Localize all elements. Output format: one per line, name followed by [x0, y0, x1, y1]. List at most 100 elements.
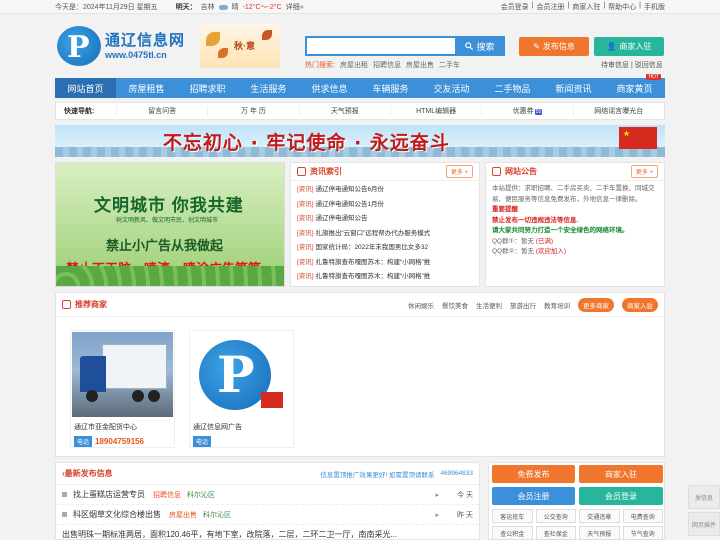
news-item[interactable]: [资讯] 扎鲁特旗查布嘎图苏木：构建“小网格”推 [297, 270, 473, 285]
qq-label: QQ群①：暂无 [492, 237, 534, 245]
merchant-cat[interactable]: 生活便利 [476, 300, 502, 310]
merchant-cat[interactable]: 餐饮美食 [442, 300, 468, 310]
nav-vehicles[interactable]: 车辆服务 [360, 78, 421, 98]
quick-link[interactable]: 万 年 历 [207, 106, 298, 116]
news-item[interactable]: [资讯] 国家统计局：2022年末我国男比女多32 [297, 241, 473, 256]
nav-life-services[interactable]: 生活服务 [238, 78, 299, 98]
more-merchants-button[interactable]: 更多商家 [578, 297, 614, 312]
service-link[interactable]: 查社保金 [535, 526, 576, 540]
review-links: 待审信息 | 驳回信息 [601, 60, 663, 70]
user-icon: 👤 [606, 42, 617, 51]
weather-detail-link[interactable]: 详细» [286, 2, 304, 12]
civilization-poster[interactable]: 文明城市 你我共建 树文明新风、做文明市民、创文明城市 禁止小广告从我做起 禁止… [55, 162, 285, 287]
service-link[interactable]: 客运班车 [492, 509, 533, 523]
news-item[interactable]: [资讯] 扎鲁特旗查布嘎图苏木：构建“小网格”推 [297, 256, 473, 271]
nav-secondhand[interactable]: 二手物品 [482, 78, 543, 98]
member-login-link[interactable]: 会员登录 [501, 2, 529, 12]
hot-link[interactable]: 二手车 [439, 60, 460, 70]
news-item[interactable]: [资讯] 扎旗推出“云窗口”远程帮办代办服务模式 [297, 227, 473, 242]
truck-cargo [102, 344, 167, 389]
news-item[interactable]: [资讯] 通辽停电通知公告6月份 [297, 183, 473, 198]
quick-link-coupon[interactable]: 优惠券 55 [481, 106, 572, 116]
contact-qq[interactable]: 469964833 [440, 470, 473, 477]
news-item[interactable]: [资讯] 通辽停电通知公告 [297, 212, 473, 227]
notice-more-button[interactable]: 更多 + [630, 165, 658, 178]
merchant-phone: 电话 [193, 436, 214, 447]
news-text: 通辽停电通知公告1月份 [315, 200, 385, 208]
merchant-join-button[interactable]: 👤 商家入驻 [594, 37, 664, 56]
flag-icon [619, 127, 657, 149]
news-text: 通辽停电通知公告 [315, 215, 368, 222]
nav-home[interactable]: 网站首页 [55, 78, 116, 98]
publish-info-button[interactable]: ✎ 发布信息 [519, 37, 589, 56]
hot-link[interactable]: 房屋出售 [406, 60, 434, 70]
leaf-icon [218, 48, 228, 58]
news-item[interactable]: [资讯] 通辽停电通知公告1月份 [297, 198, 473, 213]
post-row[interactable]: 科区烟草文化综合楼出售 房屋出售 科尔沁区 ▸ 昨 天 [56, 505, 479, 525]
search-input[interactable] [305, 36, 455, 56]
service-link[interactable]: 交通违章 [579, 509, 620, 523]
separator: | [603, 2, 606, 9]
recommended-merchants: 推荐商家 休闲娱乐 餐饮美食 生活便利 旅游出行 教育培训 更多商家 商家入驻 … [55, 292, 665, 457]
member-register-link[interactable]: 会员注册 [537, 2, 565, 12]
service-link[interactable]: 查公积金 [492, 526, 533, 540]
hot-link[interactable]: 房屋出租 [340, 60, 368, 70]
quick-link[interactable]: 天气预报 [298, 106, 390, 116]
post-category: 房屋出售 [169, 511, 197, 519]
join-label: 商家入驻 [619, 42, 652, 51]
arrow-icon: ▸ [435, 511, 440, 519]
hot-link[interactable]: 招聘信息 [373, 60, 401, 70]
service-link[interactable]: 电费查询 [622, 509, 663, 523]
merchant-join-link[interactable]: 商家入驻 [572, 2, 600, 12]
rejected-link[interactable]: 驳回信息 [635, 62, 663, 69]
site-logo[interactable]: P 通辽信息网 www.0475tl.cn [57, 22, 192, 72]
post-row[interactable]: 找上蛋糕店运营专员 招聘信息 科尔沁区 ▸ 今 天 [56, 485, 479, 505]
nav-jobs[interactable]: 招聘求职 [177, 78, 238, 98]
mobile-link[interactable]: 手机版 [644, 2, 665, 12]
login-button[interactable]: 会员登录 [579, 487, 663, 505]
search-button[interactable]: 搜索 [455, 36, 505, 56]
pending-link[interactable]: 待审信息 [601, 62, 629, 69]
merchant-card[interactable]: P 通辽信息网广告 电话 [189, 330, 294, 448]
account-links: 会员登录 | 会员注册 | 商家入驻 | 帮助中心 | 手机版 [501, 2, 665, 12]
quick-link[interactable]: 留言问答 [116, 106, 207, 116]
quick-link[interactable]: 网络谣言曝光台 [572, 106, 664, 116]
leaf-icon [262, 30, 272, 40]
floating-rail: 发信息 网页插件 [688, 485, 720, 539]
quick-link[interactable]: HTML编辑器 [389, 106, 481, 116]
post-row[interactable]: 出售明珠一期标准两居，面积120.46平，有地下室，改院落，二层，二环二卫一厅，… [56, 525, 479, 540]
merchant-cat[interactable]: 教育培训 [544, 300, 570, 310]
news-title: 资讯索引 [310, 167, 342, 176]
news-tag: [资讯] [297, 186, 314, 193]
notice-intro: 本站提供：求职招聘、二手房买卖、二手车置换、同城交易、便民服务等信息免费发布，外… [492, 185, 655, 203]
merchant-cat[interactable]: 休闲娱乐 [408, 300, 434, 310]
post-title: 科区烟草文化综合楼出售 [73, 510, 161, 519]
help-center-link[interactable]: 帮助中心 [608, 2, 636, 12]
nav-yellow-pages[interactable]: 商家黄页 HOT [604, 74, 665, 98]
poster-line: 禁止小广告从我做起 [106, 238, 224, 253]
site-notice: 网站公告 更多 + 本站提供：求职招聘、二手房买卖、二手车置换、同城交易、便民服务… [485, 162, 665, 287]
news-more-button[interactable]: 更多 + [445, 165, 473, 178]
service-link[interactable]: 公交查询 [535, 509, 576, 523]
nav-supply[interactable]: 供求信息 [299, 78, 360, 98]
register-button[interactable]: 会员注册 [492, 487, 575, 505]
quick-actions-panel: 免费发布 商家入驻 会员注册 会员登录 客运班车 公交查询 交通违章 电费查询 … [488, 462, 665, 540]
logo-emblem-char: P [217, 345, 255, 404]
truck-cab [80, 356, 106, 392]
free-publish-button[interactable]: 免费发布 [492, 465, 575, 483]
promo-note[interactable]: 信息置顶推广效果更好! 如需置顶请联系 [320, 469, 434, 479]
news-icon [297, 167, 306, 176]
merchant-cat[interactable]: 旅游出行 [510, 300, 536, 310]
quick-nav-label: 快速导航: [64, 108, 95, 115]
merchant-join-small-button[interactable]: 商家入驻 [622, 297, 658, 312]
merchant-join-side-button[interactable]: 商家入驻 [579, 465, 663, 483]
service-link[interactable]: 天气预报 [579, 526, 620, 540]
rail-publish-button[interactable]: 发信息 [688, 485, 720, 509]
nav-news[interactable]: 新闻资讯 [543, 78, 604, 98]
logo-emblem-icon: P [57, 26, 101, 66]
service-link[interactable]: 节气查询 [622, 526, 663, 540]
nav-social[interactable]: 交友活动 [421, 78, 482, 98]
rail-plugin-button[interactable]: 网页插件 [688, 512, 720, 536]
merchant-card[interactable]: 通辽市亚金配货中心 电话 18904759156 [70, 330, 175, 448]
nav-housing[interactable]: 房屋租售 [116, 78, 177, 98]
